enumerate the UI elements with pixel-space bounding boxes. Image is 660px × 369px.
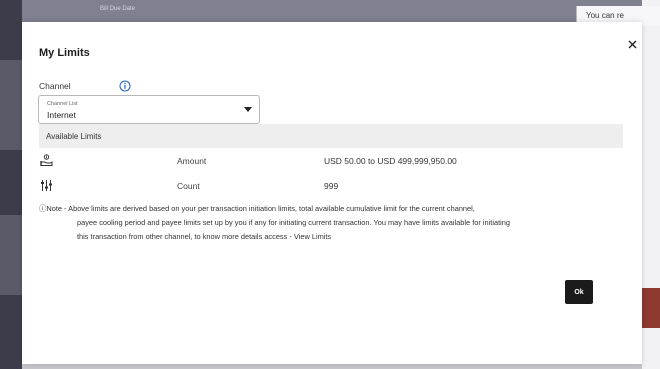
background-right-accent bbox=[642, 288, 660, 328]
limits-note: ⓘNote - Above limits are derived based o… bbox=[39, 202, 629, 245]
channel-select[interactable]: Channel List Internet bbox=[38, 95, 260, 124]
info-icon bbox=[119, 80, 131, 92]
limit-row-count: Count 999 bbox=[39, 177, 623, 197]
amount-label: Amount bbox=[177, 156, 207, 166]
note-line-2: payee cooling period and payee limits se… bbox=[77, 218, 511, 228]
close-icon bbox=[628, 40, 637, 49]
channel-label: Channel bbox=[39, 81, 71, 91]
amount-value: USD 50.00 to USD 499,999,950.00 bbox=[324, 156, 457, 166]
count-value: 999 bbox=[324, 181, 339, 191]
limit-row-amount: Amount USD 50.00 to USD 499,999,950.00 bbox=[39, 152, 623, 172]
sliders-icon bbox=[40, 179, 53, 192]
my-limits-modal: My Limits Channel Channel List Internet … bbox=[22, 22, 642, 364]
modal-title: My Limits bbox=[39, 47, 90, 59]
channel-info-button[interactable] bbox=[119, 80, 131, 92]
close-button[interactable] bbox=[624, 36, 642, 54]
available-limits-header: Available Limits bbox=[39, 124, 623, 148]
note-line-1: ⓘNote - Above limits are derived based o… bbox=[39, 204, 475, 213]
caret-down-icon bbox=[244, 107, 252, 112]
background-block bbox=[0, 60, 22, 150]
money-hand-icon bbox=[40, 154, 53, 167]
count-label: Count bbox=[177, 181, 200, 191]
background-top-text: Bill Due Date bbox=[100, 6, 136, 12]
channel-select-value: Internet bbox=[47, 110, 76, 120]
ok-button[interactable]: Ok bbox=[565, 280, 593, 304]
available-limits-title: Available Limits bbox=[46, 132, 102, 141]
note-line-3: this transaction from other channel, to … bbox=[77, 232, 332, 242]
background-left-panel bbox=[0, 0, 22, 369]
background-top-bar: Bill Due Date bbox=[22, 0, 642, 22]
background-block bbox=[0, 215, 22, 295]
channel-select-caption: Channel List bbox=[47, 101, 78, 107]
